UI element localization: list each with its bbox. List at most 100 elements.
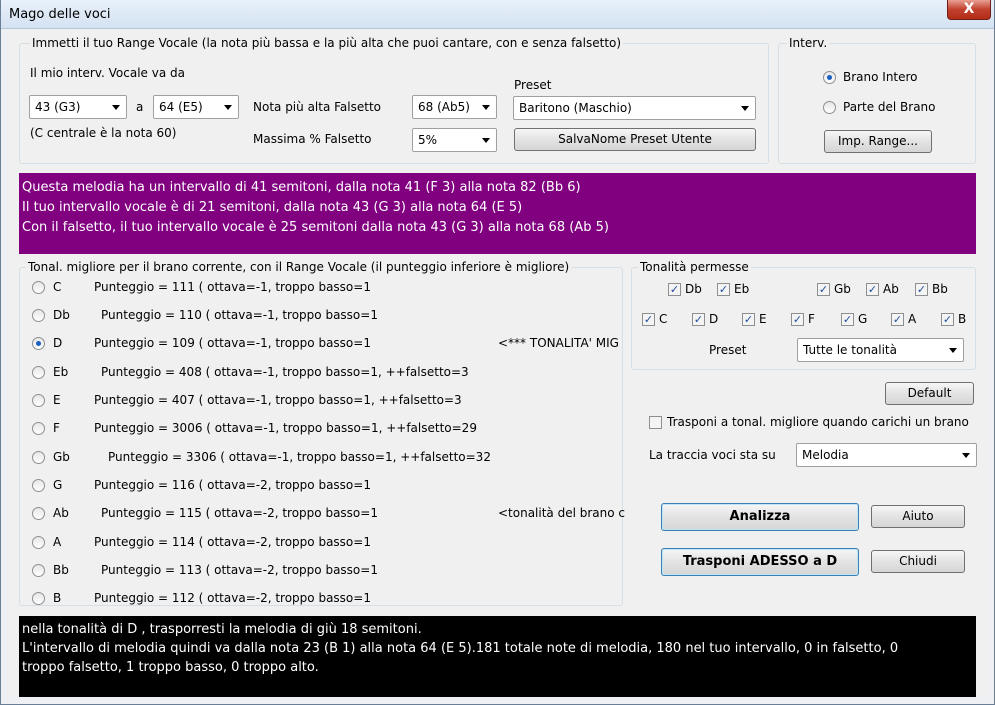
checkbox[interactable]: ✓ (642, 313, 655, 326)
checkbox[interactable]: ✓ (866, 283, 879, 296)
key-score: Punteggio = 3006 ( ottava=-1, troppo bas… (94, 421, 477, 435)
info-line: Questa melodia ha un intervallo di 41 se… (22, 180, 581, 195)
key-name: Db (53, 308, 70, 322)
key-row-g[interactable]: G Punteggio = 116 ( ottava=-2, troppo bas… (32, 477, 617, 495)
allowed-keys-group: Tonalità permesse ✓ Db ✓ Eb ✓ Gb ✓ Ab ✓ Bb ✓ C… (631, 260, 976, 370)
key-row-ab[interactable]: Ab Punteggio = 115 ( ottava=-2, troppo ba… (32, 505, 625, 523)
voice-track-select[interactable]: Melodia (796, 443, 977, 467)
key-name: Gb (53, 450, 70, 464)
result-line: troppo falsetto, 1 troppo basso, 0 tropp… (22, 660, 319, 675)
key-radio[interactable] (32, 536, 45, 549)
key-score: Punteggio = 109 ( ottava=-1, troppo bass… (94, 336, 371, 350)
high-note-value: 64 (E5) (159, 100, 203, 114)
close-dialog-button[interactable]: Chiudi (871, 550, 965, 573)
analyze-button[interactable]: Analizza (661, 503, 859, 531)
high-note-select[interactable]: 64 (E5) (153, 95, 239, 119)
falsetto-high-value: 68 (Ab5) (418, 100, 470, 114)
checkbox[interactable]: ✓ (941, 313, 954, 326)
key-radio[interactable] (32, 337, 45, 350)
chevron-down-icon (949, 348, 957, 353)
key-radio[interactable] (32, 592, 45, 605)
set-range-button[interactable]: Imp. Range... (824, 130, 932, 153)
key-row-b[interactable]: B Punteggio = 112 ( ottava=-2, troppo bas… (32, 590, 617, 608)
key-score: Punteggio = 111 ( ottava=-1, troppo bass… (94, 280, 371, 294)
key-row-e[interactable]: E Punteggio = 407 ( ottava=-1, troppo bas… (32, 392, 617, 410)
checkbox[interactable]: ✓ (841, 313, 854, 326)
transpose-on-load-label[interactable]: Trasponi a tonal. migliore quando carich… (667, 415, 969, 429)
key-row-db[interactable]: Db Punteggio = 110 ( ottava=-1, troppo ba… (32, 307, 617, 325)
key-score: Punteggio = 114 ( ottava=-2, troppo bass… (94, 535, 371, 549)
default-button[interactable]: Default (885, 382, 974, 405)
allowed-preset-value: Tutte le tonalità (803, 343, 897, 357)
key-name: Ab (53, 506, 69, 520)
melody-range-info: Questa melodia ha un intervallo di 41 se… (19, 173, 976, 254)
key-score: Punteggio = 116 ( ottava=-2, troppo bass… (94, 478, 371, 492)
key-row-eb[interactable]: Eb Punteggio = 408 ( ottava=-1, troppo ba… (32, 364, 617, 382)
allowed-keys-legend: Tonalità permesse (638, 260, 751, 274)
checkbox[interactable]: ✓ (915, 283, 928, 296)
middle-c-note: (C centrale è la nota 60) (30, 126, 177, 140)
key-row-f[interactable]: F Punteggio = 3006 ( ottava=-1, troppo ba… (32, 420, 617, 438)
key-radio[interactable] (32, 422, 45, 435)
allowed-preset-select[interactable]: Tutte le tonalità (797, 338, 964, 362)
help-button[interactable]: Aiuto (871, 505, 965, 528)
key-row-d[interactable]: D Punteggio = 109 ( ottava=-1, troppo bas… (32, 335, 619, 353)
key-radio[interactable] (32, 507, 45, 520)
checkbox[interactable]: ✓ (717, 283, 730, 296)
result-line: L'intervallo di melodia quindi va dalla … (22, 641, 899, 656)
voice-preset-select[interactable]: Baritono (Maschio) (513, 96, 756, 120)
checkbox[interactable]: ✓ (791, 313, 804, 326)
interval-legend: Interv. (787, 36, 830, 50)
voice-track-label: La traccia voci sta su (649, 448, 776, 462)
vocal-range-legend: Immetti il tuo Range Vocale (la nota più… (30, 36, 624, 50)
save-preset-button[interactable]: SalvaNome Preset Utente (514, 128, 756, 151)
checkbox[interactable]: ✓ (742, 313, 755, 326)
key-radio[interactable] (32, 451, 45, 464)
vocal-range-group: Immetti il tuo Range Vocale (la nota più… (19, 36, 769, 164)
part-song-radio[interactable] (823, 101, 836, 114)
dialog-window: Mago delle voci X Immetti il tuo Range V… (0, 0, 995, 705)
falsetto-high-label: Nota più alta Falsetto (253, 100, 381, 114)
key-score: Punteggio = 408 ( ottava=-1, troppo bass… (101, 365, 469, 379)
key-radio[interactable] (32, 564, 45, 577)
key-row-c[interactable]: C Punteggio = 111 ( ottava=-1, troppo bas… (32, 279, 617, 297)
key-name: Bb (53, 563, 69, 577)
chevron-down-icon (224, 105, 232, 110)
falsetto-max-select[interactable]: 5% (412, 128, 497, 152)
info-line: Il tuo intervallo vocale è di 21 semiton… (22, 200, 523, 215)
key-radio[interactable] (32, 479, 45, 492)
voice-preset-value: Baritono (Maschio) (519, 101, 632, 115)
transpose-on-load-checkbox[interactable] (649, 416, 662, 429)
checkbox[interactable]: ✓ (817, 283, 830, 296)
falsetto-high-select[interactable]: 68 (Ab5) (412, 95, 497, 119)
part-song-label[interactable]: Parte del Brano (843, 100, 936, 114)
whole-song-radio[interactable] (823, 71, 836, 84)
checkbox[interactable]: ✓ (692, 313, 705, 326)
range-label: Il mio interv. Vocale va da (30, 66, 185, 80)
close-button[interactable]: X (947, 0, 991, 20)
key-radio[interactable] (32, 394, 45, 407)
checkbox[interactable]: ✓ (668, 283, 681, 296)
key-row-bb[interactable]: Bb Punteggio = 113 ( ottava=-2, troppo ba… (32, 562, 617, 580)
key-name: G (53, 478, 63, 492)
key-radio[interactable] (32, 366, 45, 379)
to-label: a (136, 100, 144, 114)
key-score: Punteggio = 113 ( ottava=-2, troppo bass… (101, 563, 378, 577)
chevron-down-icon (962, 453, 970, 458)
low-note-select[interactable]: 43 (G3) (29, 95, 127, 119)
key-radio[interactable] (32, 309, 45, 322)
key-score: Punteggio = 110 ( ottava=-1, troppo bass… (101, 308, 378, 322)
key-row-a[interactable]: A Punteggio = 114 ( ottava=-2, troppo bas… (32, 534, 617, 552)
key-name: F (53, 421, 60, 435)
checkbox[interactable]: ✓ (891, 313, 904, 326)
title-bar[interactable]: Mago delle voci X (1, 0, 994, 29)
key-name: D (53, 336, 63, 350)
transpose-now-button[interactable]: Trasponi ADESSO a D (661, 548, 859, 576)
whole-song-label[interactable]: Brano Intero (843, 70, 918, 84)
key-row-gb[interactable]: Gb Punteggio = 3306 ( ottava=-1, troppo b… (32, 449, 617, 467)
key-note: <tonalità del brano c (498, 506, 626, 520)
key-radio[interactable] (32, 281, 45, 294)
allowed-preset-label: Preset (709, 343, 747, 357)
low-note-value: 43 (G3) (35, 100, 81, 114)
voice-track-value: Melodia (802, 448, 849, 462)
